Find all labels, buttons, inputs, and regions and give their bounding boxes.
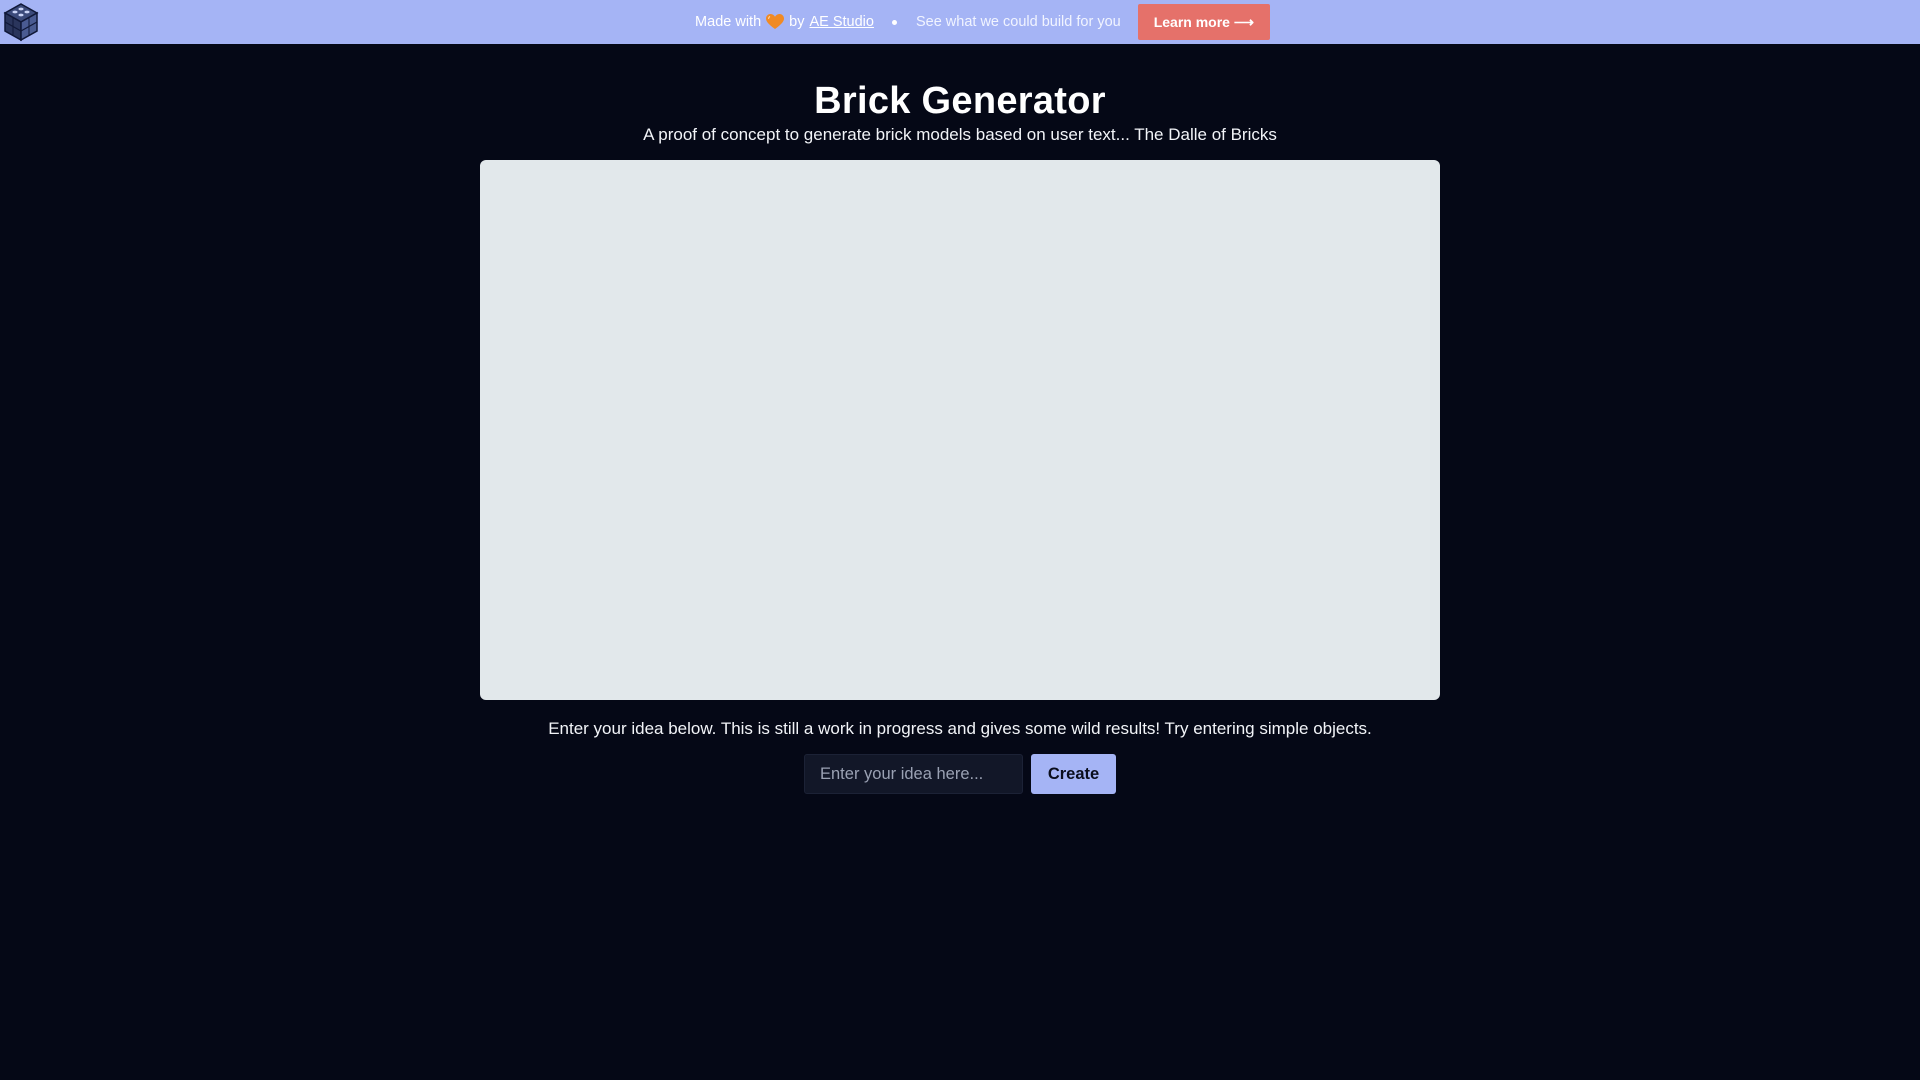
- made-with-text: Made with by AE Studio: [695, 14, 874, 30]
- brick-cube-logo-icon[interactable]: [2, 2, 40, 42]
- instructions-text: Enter your idea below. This is still a w…: [548, 719, 1372, 738]
- top-banner: Made with by AE Studio See what we could…: [0, 0, 1920, 44]
- create-button[interactable]: Create: [1031, 754, 1116, 794]
- separator-dot: [891, 19, 897, 25]
- page-title: Brick Generator: [814, 80, 1106, 122]
- banner-content: Made with by AE Studio See what we could…: [695, 4, 1270, 40]
- main-content: Brick Generator A proof of concept to ge…: [0, 44, 1920, 794]
- orange-heart-icon: [766, 14, 785, 29]
- banner-tagline: See what we could build for you: [915, 14, 1121, 30]
- model-viewer-canvas[interactable]: [480, 160, 1440, 700]
- made-with-label: Made with: [695, 14, 762, 30]
- idea-form: Create: [804, 754, 1116, 794]
- ae-studio-link[interactable]: AE Studio: [809, 14, 874, 30]
- page-subtitle: A proof of concept to generate brick mod…: [643, 125, 1277, 144]
- by-label: by: [789, 14, 805, 30]
- idea-input[interactable]: [804, 754, 1023, 794]
- learn-more-button[interactable]: Learn more ⟶: [1137, 4, 1270, 40]
